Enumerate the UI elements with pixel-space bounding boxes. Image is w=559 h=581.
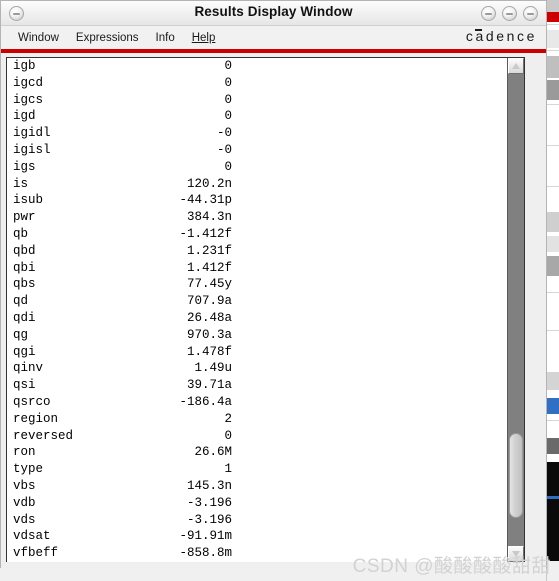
parameter-value: 0 [224, 92, 232, 107]
results-list-frame: igb 0 igcd 0 igcs 0 igd 0 igidl -0 igisl -0 igs 0 is 12… [6, 57, 525, 563]
result-row[interactable]: igb 0 [7, 58, 507, 75]
title-bar[interactable]: Results Display Window [1, 1, 546, 26]
parameter-value: 120.2n [186, 176, 232, 191]
parameter-value: 384.3n [186, 210, 232, 225]
window-title: Results Display Window [194, 4, 353, 19]
result-row[interactable]: type 1 [7, 461, 507, 478]
scroll-up-button[interactable] [508, 58, 524, 74]
menu-item-help-label: Help [191, 31, 216, 44]
result-row[interactable]: pwr 384.3n [7, 209, 507, 226]
parameter-value: 0 [224, 75, 232, 90]
result-row[interactable]: qsrco -186.4a [7, 394, 507, 411]
parameter-value: -858.8m [179, 546, 232, 561]
menu-bar: Window Expressions Info Help cadence [1, 26, 546, 49]
result-row[interactable]: igcd 0 [7, 75, 507, 92]
vertical-scrollbar[interactable] [507, 58, 524, 562]
menu-item-help[interactable]: Help [184, 30, 225, 46]
parameter-value: -44.31p [179, 193, 232, 208]
screen: Results Display Window Window Expression… [0, 0, 559, 581]
parameter-value: -1.412f [179, 226, 232, 241]
result-row[interactable]: region 2 [7, 411, 507, 428]
parameter-value: 970.3a [186, 327, 232, 342]
maximize-button[interactable] [502, 6, 517, 21]
result-row[interactable]: igisl -0 [7, 142, 507, 159]
result-row[interactable]: igd 0 [7, 108, 507, 125]
result-row[interactable]: qsi 39.71a [7, 377, 507, 394]
parameter-value: 0 [224, 109, 232, 124]
content-area: igb 0 igcd 0 igcs 0 igd 0 igidl -0 igisl -0 igs 0 is 12… [1, 53, 546, 568]
results-list[interactable]: igb 0 igcd 0 igcs 0 igd 0 igidl -0 igisl -0 igs 0 is 12… [7, 58, 507, 562]
result-row[interactable]: vfbeff -858.8m [7, 545, 507, 562]
result-row[interactable]: qinv 1.49u [7, 360, 507, 377]
parameter-value: 0 [224, 428, 232, 443]
minimize-button[interactable] [481, 6, 496, 21]
result-row[interactable]: qgi 1.478f [7, 344, 507, 361]
parameter-value: 707.9a [186, 294, 232, 309]
result-row[interactable]: ron 26.6M [7, 444, 507, 461]
parameter-value: 1.49u [194, 361, 232, 376]
parameter-value: -0 [216, 126, 232, 141]
result-row[interactable]: vdsat -91.91m [7, 528, 507, 545]
menu-item-expressions[interactable]: Expressions [68, 30, 148, 46]
close-button[interactable] [523, 6, 538, 21]
parameter-value: 1.478f [186, 344, 232, 359]
window-bottom-edge [1, 562, 546, 568]
result-row[interactable]: igs 0 [7, 159, 507, 176]
parameter-value: 0 [224, 159, 232, 174]
parameter-value: -91.91m [179, 529, 232, 544]
result-row[interactable]: vbs 145.3n [7, 478, 507, 495]
menu-item-list: Window Expressions Info Help [10, 26, 224, 49]
result-row[interactable]: vds -3.196 [7, 512, 507, 529]
parameter-value: 26.6M [194, 445, 232, 460]
parameter-value: 145.3n [186, 478, 232, 493]
parameter-value: -3.196 [186, 512, 232, 527]
result-row[interactable]: qbi 1.412f [7, 260, 507, 277]
result-row[interactable]: qdi 26.48a [7, 310, 507, 327]
result-row[interactable]: is 120.2n [7, 176, 507, 193]
parameter-value: 26.48a [186, 310, 232, 325]
results-display-window: Results Display Window Window Expression… [0, 0, 547, 568]
result-row[interactable]: vdb -3.196 [7, 495, 507, 512]
menu-item-info[interactable]: Info [148, 30, 184, 46]
parameter-value: 0 [224, 59, 232, 73]
result-row[interactable]: reversed 0 [7, 428, 507, 445]
result-row[interactable]: qb -1.412f [7, 226, 507, 243]
result-row[interactable]: qbd 1.231f [7, 243, 507, 260]
scroll-down-button[interactable] [508, 546, 524, 562]
parameter-value: 1.412f [186, 260, 232, 275]
cadence-logo: cadence [465, 28, 537, 44]
parameter-value: -0 [216, 142, 232, 157]
result-row[interactable]: qbs 77.45y [7, 276, 507, 293]
result-row[interactable]: igidl -0 [7, 125, 507, 142]
parameter-value: -3.196 [186, 495, 232, 510]
parameter-value: 1.231f [186, 243, 232, 258]
result-row[interactable]: igcs 0 [7, 92, 507, 109]
menu-item-window[interactable]: Window [10, 30, 68, 46]
result-row[interactable]: qd 707.9a [7, 293, 507, 310]
scrollbar-thumb[interactable] [509, 433, 523, 518]
parameter-value: 1 [224, 462, 232, 477]
background-window-sliver[interactable] [546, 0, 559, 581]
result-row[interactable]: isub -44.31p [7, 192, 507, 209]
parameter-value: 77.45y [186, 277, 232, 292]
parameter-value: 39.71a [186, 378, 232, 393]
parameter-value: 2 [224, 411, 232, 426]
parameter-value: -186.4a [179, 394, 232, 409]
result-row[interactable]: qg 970.3a [7, 327, 507, 344]
